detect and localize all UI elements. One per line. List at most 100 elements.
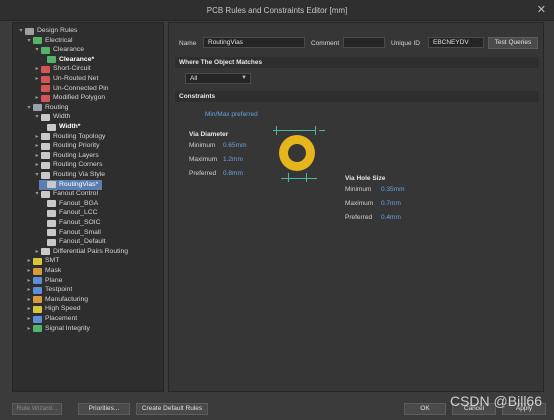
unique-id-label: Unique ID [391, 40, 420, 47]
tree-item-signal-integrity[interactable]: ▸ Signal Integrity [25, 324, 90, 334]
tree-item-label: Routing [45, 103, 69, 111]
rule-name-input[interactable] [203, 37, 305, 48]
via-hole-max-value[interactable]: 0.7mm [381, 200, 401, 207]
via-hole-pref-value[interactable]: 0.4mm [381, 214, 401, 221]
tree-item-fanout-default[interactable]: Fanout_Default [39, 237, 105, 247]
tree-item-routingvias[interactable]: RoutingVias* [39, 179, 103, 190]
tree-item-width[interactable]: Width* [39, 122, 80, 132]
tree-item-routing-topology[interactable]: ▸ Routing Topology [33, 132, 105, 142]
test-queries-button[interactable]: Test Queries [488, 37, 538, 49]
expand-toggle-icon[interactable]: ▸ [25, 295, 33, 305]
tree-item-label: Design Rules [37, 27, 78, 34]
expand-toggle-icon[interactable]: ▸ [25, 256, 33, 266]
tree-item-placement[interactable]: ▸ Placement [25, 314, 77, 324]
expand-toggle-icon[interactable]: ▸ [33, 160, 41, 170]
tree-item-smt[interactable]: ▸ SMT [25, 256, 59, 266]
match-scope-select[interactable]: All ▼ [185, 73, 251, 84]
tree-item-differential-pairs-routing[interactable]: ▸ Differential Pairs Routing [33, 247, 128, 257]
ok-button[interactable]: OK [404, 403, 446, 415]
expand-toggle-icon[interactable]: ▾ [25, 103, 33, 113]
rule-icon [41, 133, 50, 141]
expand-toggle-icon[interactable]: ▸ [33, 64, 41, 74]
tree-item-routing-priority[interactable]: ▸ Routing Priority [33, 141, 99, 151]
tree-item-short-circuit[interactable]: ▸ Short-Circuit [33, 64, 91, 74]
tree-item-mask[interactable]: ▸ Mask [25, 266, 61, 276]
via-hole-pref-label: Preferred [345, 214, 373, 221]
tree-item-fanout-small[interactable]: Fanout_Small [39, 228, 101, 238]
expand-toggle-icon[interactable]: ▸ [33, 132, 41, 142]
tree-item-clearance[interactable]: ▾ Clearance [33, 45, 84, 55]
tree-item-label: Fanout_SOIC [59, 219, 101, 226]
expand-toggle-icon[interactable]: ▾ [25, 36, 33, 46]
tree-item-un-connected-pin[interactable]: Un-Connected Pin [33, 84, 109, 94]
expand-toggle-icon[interactable]: ▾ [33, 112, 41, 122]
hole-dimension-tick-right [306, 173, 307, 182]
expand-toggle-icon[interactable]: ▸ [25, 285, 33, 295]
match-scope-value: All [190, 75, 198, 82]
expand-toggle-icon[interactable]: ▸ [25, 324, 33, 334]
tree-item-testpoint[interactable]: ▸ Testpoint [25, 285, 72, 295]
close-icon[interactable]: ✕ [537, 3, 546, 16]
expand-toggle-icon[interactable]: ▸ [25, 266, 33, 276]
tree-item-fanout-lcc[interactable]: Fanout_LCC [39, 208, 98, 218]
rule-wizard-button[interactable]: Rule Wizard... [12, 403, 62, 415]
unique-id-input[interactable] [428, 37, 484, 48]
expand-toggle-icon[interactable]: ▸ [33, 74, 41, 84]
tree-item-label: High Speed [45, 305, 81, 313]
via-diameter-pref-label: Preferred [189, 170, 217, 177]
create-default-rules-button[interactable]: Create Default Rules [136, 403, 208, 415]
tree-item-manufacturing[interactable]: ▸ Manufacturing [25, 295, 88, 305]
expand-toggle-icon[interactable]: ▸ [33, 151, 41, 161]
tree-item-un-routed-net[interactable]: ▸ Un-Routed Net [33, 74, 98, 84]
expand-toggle-icon[interactable]: ▸ [33, 247, 41, 257]
tree-item-label: Differential Pairs Routing [53, 247, 129, 255]
tree-item-routing-layers[interactable]: ▸ Routing Layers [33, 151, 99, 161]
csdn-watermark: CSDN @Bill66 [449, 393, 542, 409]
expand-toggle-icon[interactable]: ▸ [33, 93, 41, 103]
folder-icon [33, 104, 42, 112]
folder-icon [25, 27, 34, 35]
tree-item-label: Routing Priority [53, 142, 100, 150]
tree-item-plane[interactable]: ▸ Plane [25, 276, 62, 286]
expand-toggle-icon[interactable]: ▸ [25, 314, 33, 324]
rule-icon [47, 123, 56, 131]
tree-item-width[interactable]: ▾ Width [33, 112, 70, 122]
tree-item-fanout-soic[interactable]: Fanout_SOIC [39, 218, 101, 228]
folder-icon [33, 305, 42, 313]
expand-toggle-icon[interactable]: ▾ [33, 189, 41, 199]
tree-item-label: Manufacturing [45, 295, 89, 303]
tree-item-label: Placement [45, 315, 78, 322]
tree-item-fanout-control[interactable]: ▾ Fanout Control [33, 189, 98, 199]
expand-toggle-icon[interactable]: ▸ [25, 276, 33, 286]
tree-item-fanout-bga[interactable]: Fanout_BGA [39, 199, 98, 209]
tree-item-design-rules[interactable]: ▾ Design Rules [17, 26, 77, 36]
expand-toggle-icon[interactable]: ▸ [33, 141, 41, 151]
hole-dimension-line [281, 178, 317, 179]
tree-item-high-speed[interactable]: ▸ High Speed [25, 304, 81, 314]
tree-item-label: Mask [45, 267, 62, 274]
expand-toggle-icon[interactable]: ▸ [25, 304, 33, 314]
tree-item-modified-polygon[interactable]: ▸ Modified Polygon [33, 93, 105, 103]
tree-item-electrical[interactable]: ▾ Electrical [25, 36, 73, 46]
expand-toggle-icon[interactable]: ▾ [17, 26, 25, 36]
tree-item-label: Plane [45, 276, 63, 284]
expand-toggle-icon[interactable]: ▾ [33, 170, 41, 180]
expand-toggle-icon[interactable]: ▾ [33, 45, 41, 55]
tree-item-routing-corners[interactable]: ▸ Routing Corners [33, 160, 103, 170]
tree-item-clearance[interactable]: Clearance* [39, 55, 94, 65]
comment-input[interactable] [343, 37, 385, 48]
folder-icon [41, 171, 50, 179]
tree-item-label: Un-Routed Net [53, 75, 99, 82]
tree-item-label: Modified Polygon [53, 94, 106, 102]
rule-icon [47, 209, 56, 217]
tree-item-routing[interactable]: ▾ Routing [25, 103, 68, 113]
via-diameter-pref-value[interactable]: 0.8mm [223, 170, 243, 177]
via-diameter-min-value[interactable]: 0.65mm [223, 142, 246, 149]
via-diameter-max-value[interactable]: 1.2mm [223, 156, 243, 163]
via-hole-min-value[interactable]: 0.35mm [381, 186, 404, 193]
tree-item-routing-via-style[interactable]: ▾ Routing Via Style [33, 170, 105, 180]
rule-icon [41, 161, 50, 169]
tree-item-label: Clearance* [59, 55, 95, 63]
priorities-button[interactable]: Priorities... [78, 403, 130, 415]
rule-icon [41, 248, 50, 256]
